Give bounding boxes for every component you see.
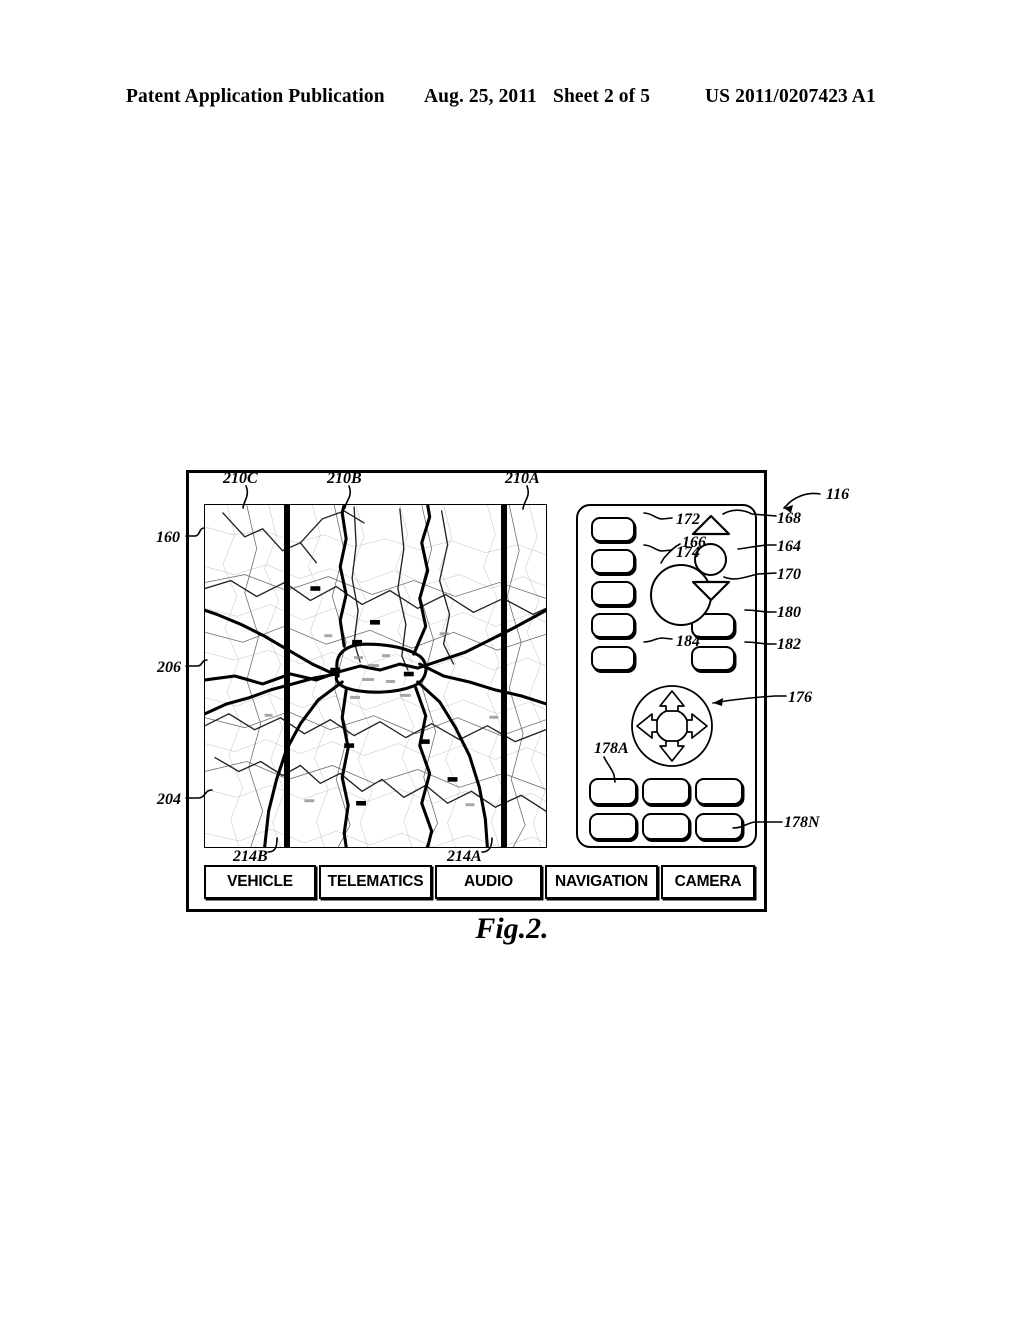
preset-key-3[interactable]	[695, 778, 743, 805]
ref-label-172: 172	[676, 511, 700, 528]
ref-label-168: 168	[777, 510, 801, 527]
ref-label-214a: 214A	[447, 848, 482, 865]
preset-key-2[interactable]	[642, 778, 690, 805]
map-graphic	[205, 505, 546, 847]
preset-key-178n[interactable]	[695, 813, 743, 840]
bottom-menu-bar: VEHICLE TELEMATICS AUDIO NAVIGATION CAME…	[204, 865, 755, 899]
ref-label-178n: 178N	[784, 814, 820, 831]
softkey-172[interactable]	[591, 517, 635, 542]
tab-camera[interactable]: CAMERA	[661, 865, 755, 899]
tab-telematics[interactable]: TELEMATICS	[319, 865, 432, 899]
softkey-unlabeled-1[interactable]	[591, 581, 635, 606]
tab-navigation[interactable]: NAVIGATION	[545, 865, 658, 899]
softkey-184[interactable]	[591, 646, 635, 671]
figure-caption: Fig.2.	[475, 912, 549, 945]
preset-key-5[interactable]	[642, 813, 690, 840]
tab-vehicle[interactable]: VEHICLE	[204, 865, 316, 899]
ref-label-116: 116	[826, 486, 850, 503]
ref-label-160: 160	[156, 529, 180, 546]
ref-label-204: 204	[157, 791, 181, 808]
four-way-rocker-176[interactable]	[630, 684, 714, 768]
ref-label-206: 206	[157, 659, 181, 676]
figure-2: VEHICLE TELEMATICS AUDIO NAVIGATION CAME…	[0, 0, 1024, 1320]
ref-label-166: 166	[682, 534, 706, 551]
ref-label-176: 176	[788, 689, 812, 706]
ref-label-184: 184	[676, 633, 700, 650]
ref-label-178a: 178A	[594, 740, 629, 757]
preset-key-grid	[589, 778, 749, 841]
map-seam-bar-214a	[501, 505, 507, 847]
tab-audio[interactable]: AUDIO	[435, 865, 542, 899]
ref-label-214b: 214B	[233, 848, 268, 865]
softkey-unlabeled-2[interactable]	[591, 613, 635, 638]
ref-label-170: 170	[777, 566, 801, 583]
preset-key-4[interactable]	[589, 813, 637, 840]
ref-label-180: 180	[777, 604, 801, 621]
ref-label-164: 164	[777, 538, 801, 555]
ref-label-182: 182	[777, 636, 801, 653]
map-display-screen[interactable]	[204, 504, 547, 848]
down-arrow-icon-170[interactable]	[691, 580, 731, 602]
ref-label-210b: 210B	[327, 470, 362, 487]
preset-key-178a[interactable]	[589, 778, 637, 805]
ref-label-210c: 210C	[223, 470, 258, 487]
map-seam-bar-214b	[284, 505, 290, 847]
head-unit-device: VEHICLE TELEMATICS AUDIO NAVIGATION CAME…	[186, 470, 767, 912]
ref-label-210a: 210A	[505, 470, 540, 487]
control-panel-housing	[576, 504, 757, 848]
softkey-174[interactable]	[591, 549, 635, 574]
